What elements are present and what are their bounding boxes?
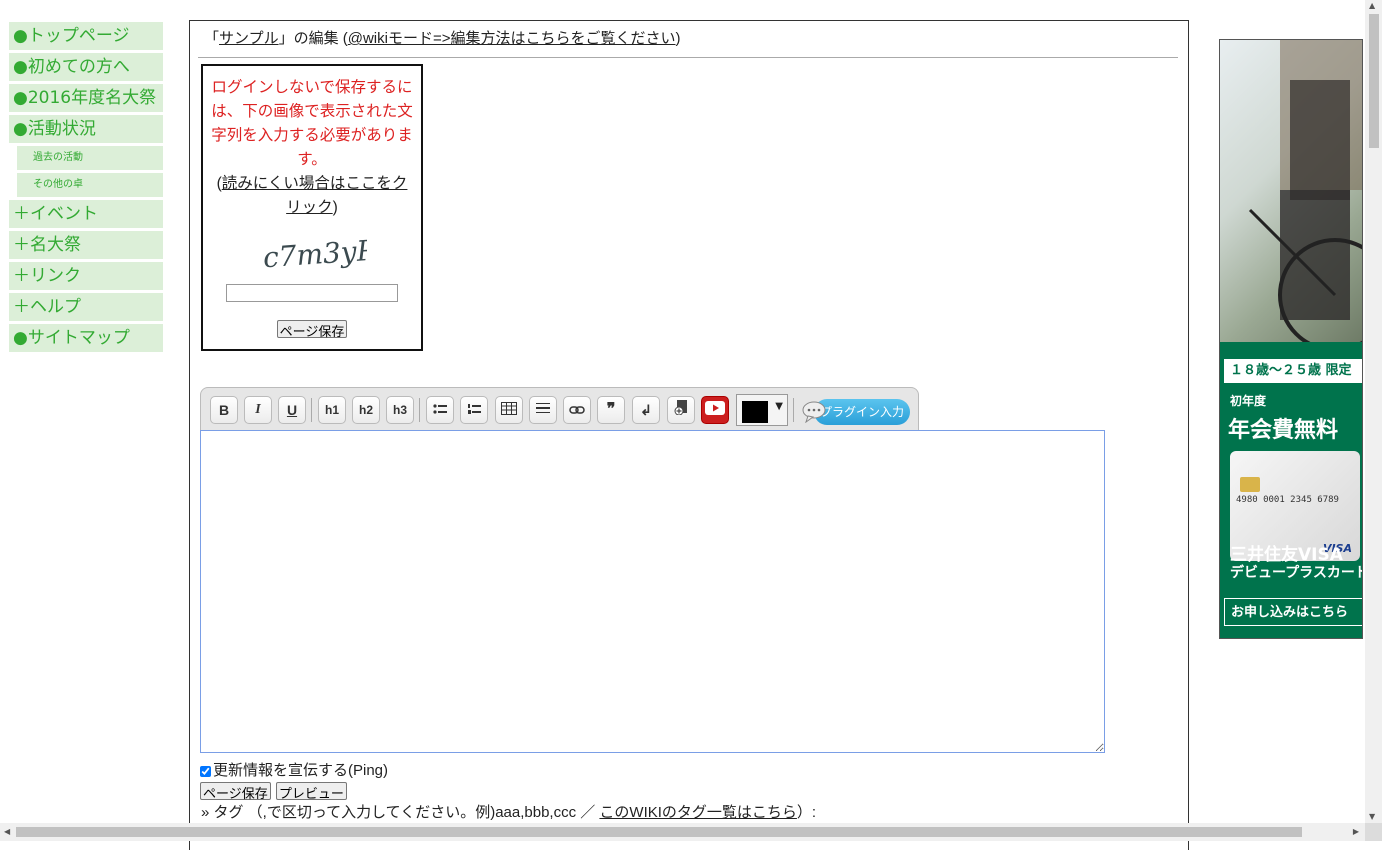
heading3-button[interactable]: h3 <box>386 396 414 424</box>
bullet-list-button[interactable] <box>426 396 454 424</box>
bold-icon: B <box>218 402 230 418</box>
underline-button[interactable]: U <box>278 396 306 424</box>
tag-list-link[interactable]: このWIKIのタグ一覧はこちら <box>599 804 797 821</box>
sidebar-item-first-visit[interactable]: ●初めての方へ <box>9 53 163 81</box>
ad-headline: 年会費無料 <box>1228 418 1339 443</box>
line-break-icon: ↲ <box>640 402 652 418</box>
edit-page-title: 「サンプル」の編集 (@wikiモード=>編集方法はこちらをご覧ください) <box>204 27 681 48</box>
horizontal-scrollbar[interactable]: ◀ ▶ <box>0 823 1365 841</box>
horizontal-rule-button[interactable] <box>529 396 557 424</box>
card-chip-icon <box>1240 477 1260 492</box>
heading1-icon: h1 <box>324 403 339 417</box>
title-divider <box>198 57 1178 58</box>
ad-apply-button[interactable]: お申し込みはこちら <box>1224 598 1362 626</box>
sidebar-item-2016-festival[interactable]: ●2016年度名大祭 <box>9 84 163 112</box>
bullet-list-icon <box>433 404 447 414</box>
attach-file-button[interactable] <box>667 396 695 424</box>
page-content-editor[interactable] <box>200 430 1105 753</box>
ping-checkbox[interactable] <box>200 765 211 777</box>
scroll-down-icon[interactable]: ▼ <box>1369 812 1375 821</box>
title-open-quote: 「 <box>204 30 220 47</box>
quote-icon: ❞ <box>606 401 616 418</box>
captcha-image: c7m3yP <box>203 232 421 278</box>
numbered-list-button[interactable] <box>460 396 488 424</box>
numbered-list-icon <box>468 404 481 414</box>
heading1-button[interactable]: h1 <box>318 396 346 424</box>
underline-icon: U <box>286 402 298 418</box>
toolbar-separator <box>793 398 794 422</box>
credit-card-ad[interactable]: １８歳～２５歳 限定 初年度 年会費無料 4980 0001 2345 6789… <box>1219 39 1363 639</box>
plugin-input-label: プラグイン入力 <box>819 405 904 419</box>
wiki-mode-help-link[interactable]: @wikiモード=>編集方法はこちらをご覧ください <box>348 30 676 47</box>
sidebar-subitem-other-tables[interactable]: その他の卓 <box>17 173 163 197</box>
captcha-save-button[interactable]: ページ保存 <box>276 320 348 339</box>
captcha-message: ログインしないで保存するには、下の画像で表示された文字列を入力する必要があります… <box>211 79 413 168</box>
sidebar-item-sitemap[interactable]: ●サイトマップ <box>9 324 163 352</box>
horizontal-rule-icon <box>536 403 550 413</box>
speech-bubble-icon <box>802 401 826 423</box>
scroll-left-icon[interactable]: ◀ <box>4 827 10 836</box>
submit-buttons: ページ保存 プレビュー <box>200 782 347 802</box>
ping-option: 更新情報を宣伝する(Ping) <box>200 759 388 780</box>
sidebar-item-links[interactable]: ＋リンク <box>9 262 163 290</box>
bold-button[interactable]: B <box>210 396 238 424</box>
scroll-up-icon[interactable]: ▲ <box>1369 1 1375 10</box>
sidebar-item-top-page[interactable]: ●トップページ <box>9 22 163 50</box>
captcha-help-close: ) <box>332 199 338 216</box>
sidebar-subitem-past-activity[interactable]: 過去の活動 <box>17 146 163 170</box>
heading2-icon: h2 <box>358 403 373 417</box>
captcha-box: ログインしないで保存するには、下の画像で表示された文字列を入力する必要があります… <box>201 64 423 351</box>
link-icon <box>569 406 585 414</box>
italic-button[interactable]: I <box>244 396 272 424</box>
sidebar-menu: ●トップページ ●初めての方へ ●2016年度名大祭 ●活動状況 過去の活動 そ… <box>9 22 163 355</box>
vertical-scrollbar[interactable]: ▲ ▼ <box>1365 0 1382 823</box>
heading3-icon: h3 <box>392 403 407 417</box>
table-button[interactable] <box>495 396 523 424</box>
save-page-button[interactable]: ページ保存 <box>200 782 271 801</box>
plugin-input-button[interactable]: プラグイン入力 <box>802 399 910 425</box>
sidebar-item-help[interactable]: ＋ヘルプ <box>9 293 163 321</box>
ad-product-name: デビュープラスカード <box>1230 565 1363 581</box>
horizontal-scroll-thumb[interactable] <box>16 827 1302 837</box>
ad-age-banner: １８歳～２５歳 限定 <box>1224 359 1362 383</box>
editor-toolbar: B I U h1 h2 h3 ❞ ↲ ▼ プラグイン入力 <box>200 387 919 430</box>
italic-icon: I <box>255 402 261 417</box>
captcha-image-text: c7m3yP <box>262 234 367 275</box>
preview-button[interactable]: プレビュー <box>275 782 347 801</box>
link-button[interactable] <box>563 396 591 424</box>
sidebar-item-activity[interactable]: ●活動状況 <box>9 115 163 143</box>
edit-panel: 「サンプル」の編集 (@wikiモード=>編集方法はこちらをご覧ください) ログ… <box>189 20 1189 850</box>
ad-cyclist-photo <box>1220 40 1362 352</box>
captcha-help: (読みにくい場合はここをクリック) <box>211 172 413 220</box>
captcha-input[interactable] <box>226 284 398 302</box>
captcha-reload-link[interactable]: 読みにくい場合はここをクリック <box>222 175 408 216</box>
sidebar-item-festival[interactable]: ＋名大祭 <box>9 231 163 259</box>
text-color-picker[interactable]: ▼ <box>736 394 788 426</box>
tag-row: » タグ （,で区切って入力してください。例)aaa,bbb,ccc ／ このW… <box>201 801 816 822</box>
scrollbar-corner <box>1365 823 1382 841</box>
quote-button[interactable]: ❞ <box>597 396 625 424</box>
tag-suffix: ）: <box>796 804 817 821</box>
youtube-button[interactable] <box>701 396 729 424</box>
sidebar-item-events[interactable]: ＋イベント <box>9 200 163 228</box>
youtube-icon <box>705 401 725 415</box>
ad-first-year: 初年度 <box>1230 394 1267 408</box>
vertical-scroll-thumb[interactable] <box>1369 14 1379 148</box>
tag-instructions: » タグ （,で区切って入力してください。例)aaa,bbb,ccc ／ <box>201 804 600 821</box>
title-suffix: 」の編集 ( <box>278 30 348 47</box>
line-break-button[interactable]: ↲ <box>632 396 660 424</box>
chevron-down-icon: ▼ <box>775 401 783 412</box>
toolbar-separator <box>419 398 420 422</box>
attach-file-icon <box>674 400 687 416</box>
ping-label[interactable]: 更新情報を宣伝する(Ping) <box>213 762 388 779</box>
ad-card-number: 4980 0001 2345 6789 <box>1236 495 1339 505</box>
text-color-swatch <box>742 401 768 423</box>
page-name-link[interactable]: サンプル <box>219 30 279 47</box>
scroll-right-icon[interactable]: ▶ <box>1353 827 1359 836</box>
table-icon <box>501 402 517 415</box>
heading2-button[interactable]: h2 <box>352 396 380 424</box>
title-close-paren: ) <box>675 30 681 47</box>
toolbar-separator <box>311 398 312 422</box>
